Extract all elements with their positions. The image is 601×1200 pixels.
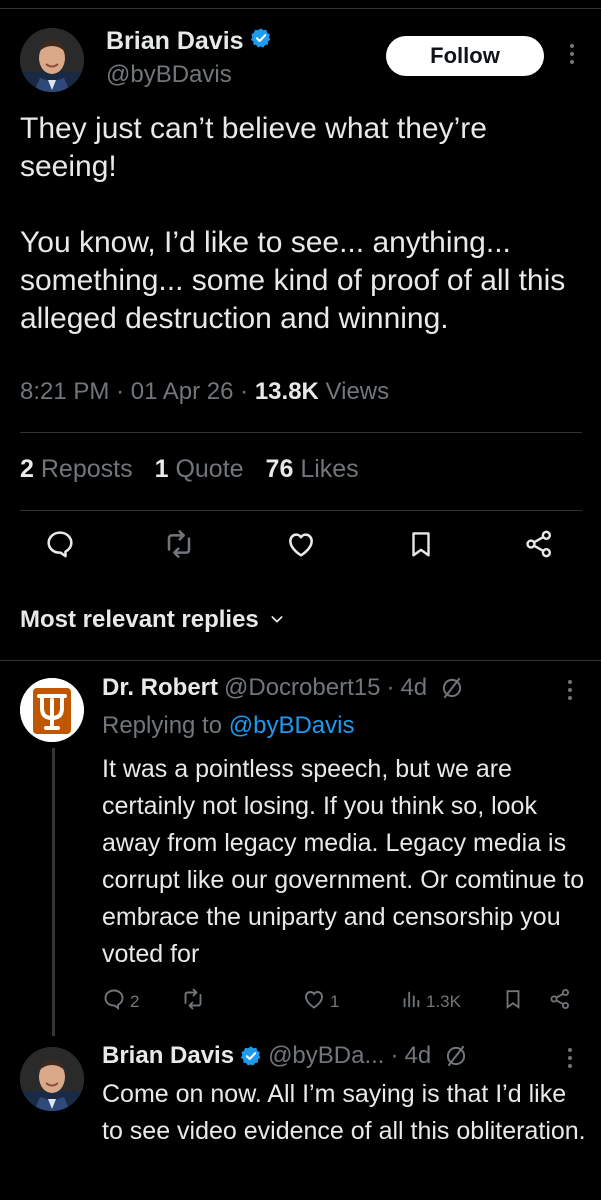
- reply-avatar[interactable]: [20, 678, 84, 742]
- quotes-count: 1: [154, 455, 169, 483]
- reposts-count: 2: [20, 455, 34, 483]
- quotes-label: Quote: [175, 455, 244, 483]
- replies-sort-toggle[interactable]: Most relevant replies: [20, 606, 285, 634]
- like-icon[interactable]: [285, 528, 317, 565]
- reply-reply-button[interactable]: 2: [102, 987, 139, 1016]
- top-divider: [0, 8, 601, 9]
- replying-to-prefix: Replying to: [102, 712, 223, 739]
- tweet-time: 8:21 PM: [20, 378, 110, 405]
- tweet-meta: 8:21 PM · 01 Apr 26 · 13.8K Views: [20, 378, 389, 406]
- author-handle[interactable]: @byBDavis: [106, 61, 232, 89]
- tweet-date: 01 Apr 26: [130, 378, 234, 405]
- likes-count: 76: [265, 455, 294, 483]
- author-name[interactable]: Brian Davis: [106, 27, 244, 56]
- views-label: Views: [325, 378, 390, 405]
- reply-header: Dr. Robert @Docrobert15 · 4d: [102, 674, 465, 702]
- views-count: 1.3K: [426, 991, 461, 1011]
- reply-header: Brian Davis @byBDa... · 4d: [102, 1042, 469, 1070]
- more-icon[interactable]: [567, 44, 577, 64]
- bookmark-icon[interactable]: [406, 528, 436, 565]
- meta-separator: ·: [116, 378, 131, 405]
- hide-icon[interactable]: [439, 675, 465, 701]
- reply-text: It was a pointless speech, but we are ce…: [102, 755, 585, 968]
- reply-count: 2: [130, 991, 140, 1011]
- repost-icon: [180, 987, 206, 1016]
- reply-author-name[interactable]: Brian Davis: [102, 1042, 234, 1070]
- engagement-stats: 2 Reposts 1 Quote 76 Likes: [20, 455, 359, 484]
- replies-sort-label: Most relevant replies: [20, 606, 259, 633]
- reply-age[interactable]: 4d: [400, 674, 427, 702]
- likes-label: Likes: [300, 455, 359, 483]
- like-icon: [302, 987, 326, 1016]
- reply-bookmark-button[interactable]: [502, 987, 524, 1016]
- reposts-stat[interactable]: 2 Reposts: [20, 455, 133, 484]
- reply-age[interactable]: 4d: [404, 1042, 431, 1070]
- share-icon[interactable]: [523, 528, 555, 565]
- likes-stat[interactable]: 76 Likes: [266, 455, 359, 484]
- separator: ·: [390, 1042, 399, 1069]
- tweet-text: They just can’t believe what they’re see…: [20, 112, 566, 335]
- reply-author-handle[interactable]: @Docrobert15: [224, 674, 380, 702]
- like-count: 1: [330, 991, 340, 1011]
- replies-divider: [0, 660, 601, 661]
- separator: ·: [386, 674, 395, 701]
- replying-to-handle[interactable]: @byBDavis: [229, 712, 355, 739]
- reply-icon: [102, 987, 126, 1016]
- hide-icon[interactable]: [443, 1043, 469, 1069]
- meta-separator: ·: [240, 378, 255, 405]
- reply-like-button[interactable]: 1: [302, 987, 339, 1016]
- reply-icon[interactable]: [44, 528, 76, 565]
- reply-author-name[interactable]: Dr. Robert: [102, 674, 218, 702]
- verified-badge-icon: [250, 27, 272, 56]
- chevron-down-icon: [269, 606, 285, 634]
- reply-author-handle[interactable]: @byBDa...: [268, 1042, 384, 1070]
- follow-button[interactable]: Follow: [386, 36, 544, 76]
- views-icon: [400, 987, 422, 1016]
- share-icon: [548, 987, 572, 1016]
- bookmark-icon: [502, 987, 524, 1016]
- replying-to: Replying to @byBDavis: [102, 712, 354, 740]
- reply-text: Come on now. All I’m saying is that I’d …: [102, 1080, 586, 1145]
- reply-action-bar: 2 1 1.3K: [102, 984, 582, 1018]
- meta-divider: [20, 432, 582, 433]
- author-name-row[interactable]: Brian Davis: [106, 27, 272, 56]
- verified-badge-icon: [240, 1045, 262, 1067]
- views-count: 13.8K: [254, 378, 319, 405]
- reply-views-button[interactable]: 1.3K: [400, 987, 461, 1016]
- author-avatar[interactable]: [20, 28, 84, 92]
- thread-line: [52, 748, 55, 1036]
- repost-icon[interactable]: [162, 528, 196, 565]
- reply-share-button[interactable]: [548, 987, 572, 1016]
- reposts-label: Reposts: [40, 455, 133, 483]
- reply-repost-button[interactable]: [180, 987, 206, 1016]
- more-icon[interactable]: [565, 1048, 575, 1068]
- more-icon[interactable]: [565, 680, 575, 700]
- reply-avatar[interactable]: [20, 1047, 84, 1111]
- quotes-stat[interactable]: 1 Quote: [155, 455, 244, 484]
- stats-divider: [20, 510, 582, 511]
